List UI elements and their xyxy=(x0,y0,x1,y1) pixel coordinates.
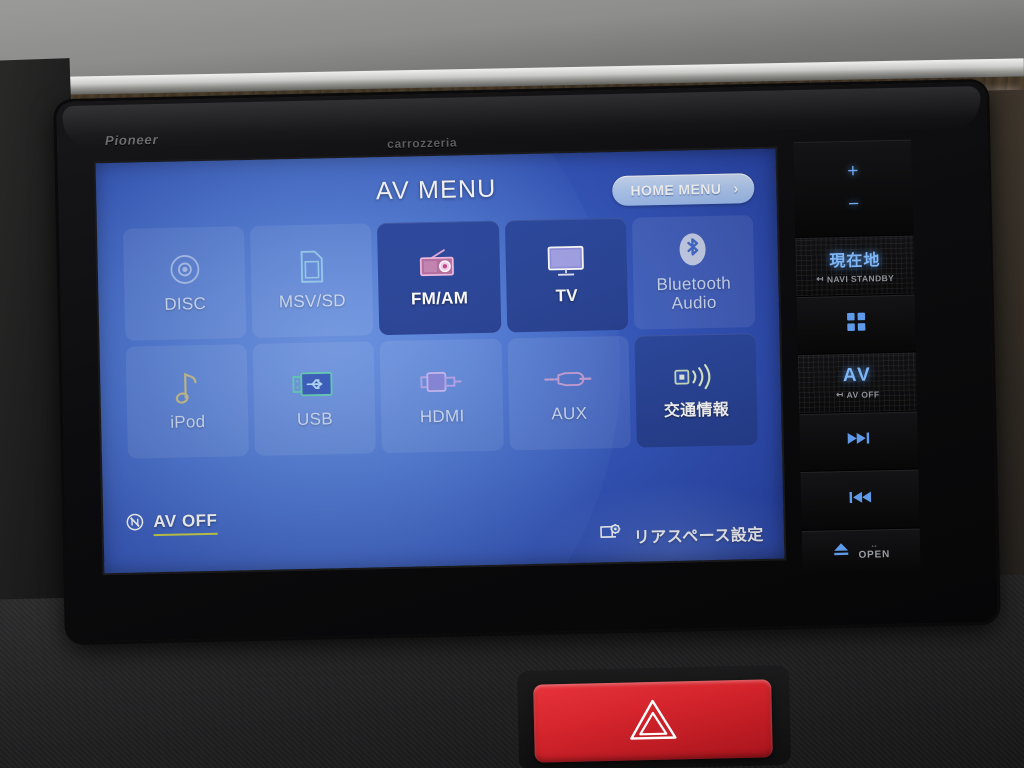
music-note-icon xyxy=(174,371,201,406)
chevron-right-icon: › xyxy=(733,179,739,197)
av-source-tile[interactable]: 交通情報 xyxy=(634,333,758,448)
aux-jack-icon xyxy=(543,362,594,397)
screen-gear-icon xyxy=(599,523,624,549)
open-arrow-icon: ↔ xyxy=(869,540,879,550)
av-source-tile[interactable]: TV xyxy=(504,217,629,333)
hazard-warning-button[interactable] xyxy=(533,679,773,763)
home-menu-button[interactable]: HOME MENU › xyxy=(612,173,755,207)
av-source-tile[interactable]: MSV/SD xyxy=(250,223,374,338)
av-off-button[interactable]: AV OFF xyxy=(125,510,218,537)
dashboard: Pioneer carrozzeria AV MENU HOME MENU › … xyxy=(0,0,1024,768)
bluetooth-icon xyxy=(678,232,709,267)
av-source-tile-label: Bluetooth Audio xyxy=(656,273,732,313)
av-button[interactable]: AV ↤ AV OFF xyxy=(797,352,918,414)
av-source-tile[interactable]: FM/AM xyxy=(377,220,501,336)
rear-space-settings-button[interactable]: リアスペース設定 xyxy=(599,520,764,549)
arrow-left-icon: ↤ xyxy=(835,389,844,400)
navi-standby-label: ↤ NAVI STANDBY xyxy=(816,272,895,285)
av-source-tile[interactable]: DISC xyxy=(122,226,247,341)
track-next-icon xyxy=(846,432,872,451)
open-label: OPEN xyxy=(858,549,891,562)
av-label: AV xyxy=(842,364,873,387)
av-source-tile[interactable]: HDMI xyxy=(379,338,504,454)
radio-icon xyxy=(417,247,460,282)
track-next-button[interactable] xyxy=(799,411,919,473)
av-off-label: AV OFF xyxy=(153,510,218,537)
track-previous-button[interactable] xyxy=(800,469,920,531)
av-source-tile-label: iPod xyxy=(170,412,206,433)
usb-icon xyxy=(292,368,337,403)
sd-card-icon xyxy=(297,250,326,285)
current-location-button[interactable]: 現在地 ↤ NAVI STANDBY xyxy=(795,235,915,297)
av-source-tile[interactable]: Bluetooth Audio xyxy=(631,215,756,330)
hardware-button-column: + − 現在地 ↤ NAVI STANDBY AV ↤ AV OFF ↔ OPE… xyxy=(793,139,921,575)
av-off-sub-label: ↤ AV OFF xyxy=(835,389,880,400)
home-menu-label: HOME MENU xyxy=(630,180,722,199)
av-source-tile[interactable]: AUX xyxy=(507,335,631,451)
eject-open-button[interactable]: ↔ OPEN xyxy=(801,528,921,575)
current-location-label: 現在地 xyxy=(829,252,881,271)
hdmi-plug-icon xyxy=(419,365,464,400)
av-source-tile[interactable]: USB xyxy=(252,341,377,456)
av-source-tile-label: HDMI xyxy=(419,406,465,427)
av-source-tile-label: AUX xyxy=(551,404,588,424)
menu-grid-icon xyxy=(846,311,867,336)
av-source-tile-label: FM/AM xyxy=(410,288,469,309)
disc-icon xyxy=(167,253,202,288)
carrozzeria-logo: carrozzeria xyxy=(387,135,458,151)
av-off-icon xyxy=(125,512,145,536)
av-source-tile[interactable]: iPod xyxy=(125,344,250,459)
av-source-grid: DISC MSV/SD FM/AM TV Bluetooth Audio iPo… xyxy=(122,215,758,459)
track-previous-icon xyxy=(847,490,873,509)
arrow-left-icon: ↤ xyxy=(816,273,824,284)
pioneer-logo: Pioneer xyxy=(104,131,159,149)
av-source-tile-label: USB xyxy=(296,409,334,430)
volume-rocker[interactable]: + − xyxy=(793,139,914,239)
av-source-tile-label: 交通情報 xyxy=(663,401,730,421)
volume-up-icon[interactable]: + xyxy=(847,160,859,182)
head-unit: Pioneer carrozzeria AV MENU HOME MENU › … xyxy=(56,81,998,643)
av-source-tile-label: MSV/SD xyxy=(278,291,347,312)
lcd-screen[interactable]: AV MENU HOME MENU › DISC MSV/SD FM/AM TV… xyxy=(95,148,785,574)
av-source-tile-label: DISC xyxy=(164,294,207,315)
av-source-tile-label: TV xyxy=(555,286,579,306)
rear-space-label: リアスペース設定 xyxy=(633,526,765,547)
volume-down-icon[interactable]: − xyxy=(848,194,860,216)
tv-icon xyxy=(546,244,587,279)
eject-icon xyxy=(832,541,850,562)
broadcast-icon xyxy=(673,360,718,395)
menu-grid-button[interactable] xyxy=(796,294,916,356)
hazard-triangle-icon xyxy=(627,696,678,746)
